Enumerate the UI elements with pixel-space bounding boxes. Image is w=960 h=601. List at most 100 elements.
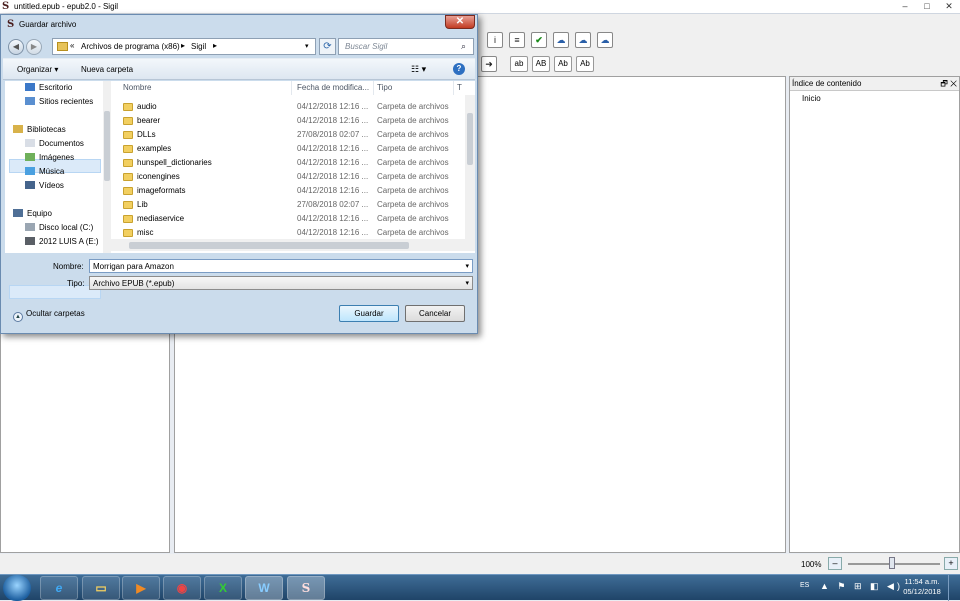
toc-item[interactable]: Inicio [802,94,821,103]
new-folder-button[interactable]: Nueva carpeta [81,65,133,74]
forward-button[interactable]: ▶ [26,39,42,55]
column-divider[interactable] [291,81,292,95]
file-row[interactable]: misc 04/12/2018 12:16 ... Carpeta de archi… [111,226,467,240]
close-window-button[interactable]: ✕ [938,0,960,13]
nav-item[interactable]: Música [25,165,64,179]
tray-icons[interactable]: ▲ ⚑ ⊞ ◧ ◀) [820,581,903,592]
show-desktop-button[interactable] [948,575,960,601]
search-icon[interactable]: ⌕ [461,41,466,52]
sigil-taskbar-icon[interactable]: S [287,576,325,600]
nav-item[interactable]: Vídeos [25,179,64,193]
speech-bubble-icon[interactable]: ☁ [553,32,569,48]
nav-item[interactable]: 2012 LUIS A (E:) [25,235,99,249]
column-divider[interactable] [453,81,454,95]
nav-item[interactable]: Equipo [13,207,52,221]
language-indicator[interactable]: ES [800,582,809,589]
hide-folders-button[interactable]: ▲ Ocultar carpetas [13,309,85,322]
music-icon [25,167,35,175]
documents-icon [25,139,35,147]
nav-scrollbar[interactable] [103,81,111,253]
help-icon[interactable]: ? [453,63,465,75]
speech-bubble-3-icon[interactable]: ☁ [597,32,613,48]
chrome-icon[interactable]: ◉ [163,576,201,600]
filename-dropdown-icon[interactable]: ▾ [465,262,469,270]
titlecase-button[interactable]: Ab [554,56,572,72]
internet-explorer-icon[interactable]: e [40,576,78,600]
column-divider[interactable] [373,81,374,95]
filename-value[interactable]: Morrigan para Amazon [93,262,174,271]
nav-item[interactable]: Escritorio [25,81,72,95]
file-name: examples [137,144,172,153]
column-header-type[interactable]: Tipo [377,83,392,92]
column-header-name[interactable]: Nombre [123,83,151,92]
file-row[interactable]: imageformats 04/12/2018 12:16 ... Carpeta … [111,184,467,198]
spellcheck-icon[interactable]: ✔ [531,32,547,48]
arrow-right-icon[interactable]: ➜ [481,56,497,72]
file-list-hscrollbar-thumb[interactable] [129,242,409,249]
file-row[interactable]: Lib 27/08/2018 02:07 ... Carpeta de archiv… [111,198,467,212]
capitalize-button[interactable]: Ab [576,56,594,72]
breadcrumb-program-files[interactable]: Archivos de programa (x86) [81,42,180,51]
filetype-select[interactable]: Archivo EPUB (*.epub) ▾ [89,276,473,290]
breadcrumb-arrow-icon[interactable]: ▸ [213,41,217,50]
start-button[interactable] [3,575,31,601]
save-button[interactable]: Guardar [339,305,399,322]
dialog-close-button[interactable]: ✕ [445,15,475,29]
refresh-icon[interactable]: ⟳ [319,38,336,55]
organize-button[interactable]: Organizar ▾ [17,65,58,74]
breadcrumb-overflow[interactable]: « [70,41,74,50]
nav-item[interactable]: Sitios recientes [25,95,93,109]
file-explorer-icon[interactable]: ▭ [82,576,120,600]
zoom-slider-thumb[interactable] [889,557,895,569]
uppercase-button[interactable]: AB [532,56,550,72]
file-row[interactable]: DLLs 27/08/2018 02:07 ... Carpeta de archi… [111,128,467,142]
media-player-icon[interactable]: ▶ [122,576,160,600]
word-icon[interactable]: W [245,576,283,600]
file-list: Nombre Fecha de modifica... Tipo T audio… [111,81,475,253]
nav-item[interactable]: Disco local (C:) [25,221,93,235]
filetype-dropdown-icon[interactable]: ▾ [465,279,469,287]
excel-icon[interactable]: X [204,576,242,600]
file-type: Carpeta de archivos [377,172,449,181]
file-type: Carpeta de archivos [377,116,449,125]
cancel-button[interactable]: Cancelar [405,305,465,322]
file-list-vscrollbar-thumb[interactable] [467,113,473,165]
file-list-hscrollbar[interactable] [111,239,475,251]
filename-field[interactable]: Morrigan para Amazon ▾ [89,259,473,273]
file-row[interactable]: hunspell_dictionaries 04/12/2018 12:16 ..… [111,156,467,170]
search-input[interactable]: Buscar Sigil ⌕ [338,38,474,55]
document-list-icon[interactable]: ≡ [509,32,525,48]
lowercase-button[interactable]: ab [510,56,528,72]
file-type: Carpeta de archivos [377,186,449,195]
file-row[interactable]: bearer 04/12/2018 12:16 ... Carpeta de arc… [111,114,467,128]
zoom-out-button[interactable]: – [828,557,842,570]
nav-item[interactable]: Imágenes [25,151,74,165]
back-button[interactable]: ◀ [8,39,24,55]
file-row[interactable]: audio 04/12/2018 12:16 ... Carpeta de arch… [111,100,467,114]
metadata-info-icon[interactable]: i [487,32,503,48]
address-bar[interactable]: « Archivos de programa (x86) ▸ Sigil ▸ ▾ [52,38,316,55]
breadcrumb-arrow-icon[interactable]: ▸ [181,41,185,50]
nav-item-label: Escritorio [39,83,73,92]
file-row[interactable]: mediaservice 04/12/2018 12:16 ... Carpeta … [111,212,467,226]
column-header-date[interactable]: Fecha de modifica... [297,83,369,92]
view-options-icon[interactable]: ☷ ▾ [411,64,426,75]
nav-item[interactable]: Bibliotecas [13,123,66,137]
app-title: untitled.epub - epub2.0 - Sigil [14,2,119,11]
minimize-button[interactable]: – [894,0,916,13]
address-dropdown-icon[interactable]: ▾ [305,42,309,50]
sigil-logo-icon: S [7,19,15,30]
nav-item[interactable]: Documentos [25,137,84,151]
nav-scrollbar-thumb[interactable] [104,111,110,181]
clock[interactable]: 11:54 a.m. 05/12/2018 [900,577,944,597]
zoom-in-button[interactable]: + [944,557,958,570]
breadcrumb-sigil[interactable]: Sigil [191,42,206,51]
file-list-vscrollbar[interactable] [465,95,475,239]
toc-panel-controls[interactable]: 🗗 ✕ [940,78,957,92]
dialog-navigation: ◀ ▶ « Archivos de programa (x86) ▸ Sigil… [1,35,477,57]
maximize-button[interactable]: □ [916,0,938,13]
speech-bubble-2-icon[interactable]: ☁ [575,32,591,48]
file-row[interactable]: iconengines 04/12/2018 12:16 ... Carpeta d… [111,170,467,184]
column-header-size[interactable]: T [457,83,462,92]
file-row[interactable]: examples 04/12/2018 12:16 ... Carpeta de a… [111,142,467,156]
